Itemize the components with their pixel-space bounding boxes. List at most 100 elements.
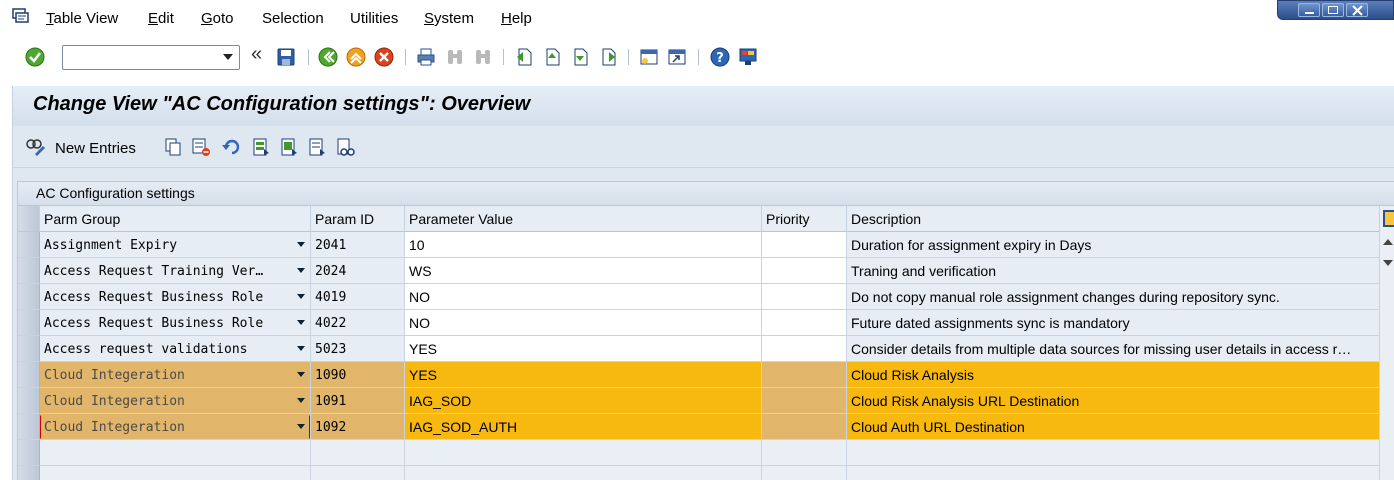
- priority-cell: [762, 440, 847, 466]
- glasses-icon[interactable]: [335, 137, 355, 157]
- menu-table-view[interactable]: Table View: [46, 10, 118, 27]
- parm-group-cell: Access Request Training Ver…: [40, 258, 311, 284]
- next-page-icon[interactable]: [570, 47, 590, 67]
- cancel-icon[interactable]: [374, 47, 394, 67]
- menu-bar: Table View Edit Goto Selection Utilities…: [0, 0, 1394, 38]
- param-id-cell: 2041: [311, 232, 405, 258]
- parameter-value-cell[interactable]: YES: [405, 336, 762, 362]
- scroll-down-icon[interactable]: [1383, 260, 1393, 266]
- column-header-param-id[interactable]: Param ID: [311, 206, 405, 232]
- create-session-icon[interactable]: [639, 47, 659, 67]
- row-selector[interactable]: [18, 388, 40, 414]
- collapse-command-icon[interactable]: «: [251, 43, 262, 66]
- command-dropdown-icon[interactable]: [223, 54, 233, 60]
- previous-page-icon[interactable]: [542, 47, 562, 67]
- row-selector[interactable]: [18, 362, 40, 388]
- param-id-cell: 1090: [311, 362, 405, 388]
- priority-cell[interactable]: [762, 310, 847, 336]
- row-selector[interactable]: [18, 414, 40, 440]
- command-field[interactable]: [62, 45, 240, 70]
- column-header-parm-group[interactable]: Parm Group: [40, 206, 311, 232]
- new-entries-button[interactable]: New Entries: [25, 138, 136, 158]
- minimize-icon[interactable]: [1298, 3, 1320, 17]
- deselect-all-icon[interactable]: [307, 137, 327, 157]
- shortcut-icon[interactable]: [667, 47, 687, 67]
- priority-cell[interactable]: [762, 284, 847, 310]
- menu-selection[interactable]: Selection: [262, 10, 324, 27]
- priority-cell[interactable]: [762, 258, 847, 284]
- help-icon[interactable]: ?: [710, 47, 730, 67]
- menu-utilities[interactable]: Utilities: [350, 10, 398, 27]
- delete-icon[interactable]: [191, 137, 211, 157]
- copy-icon[interactable]: [163, 137, 183, 157]
- parm-group-dropdown-icon[interactable]: [297, 268, 305, 273]
- last-page-icon[interactable]: [598, 47, 618, 67]
- parm-group-dropdown-icon[interactable]: [297, 242, 305, 247]
- find-next-icon[interactable]: [473, 47, 493, 67]
- table-row: Assignment Expiry 2041 10 Duration for assi…: [18, 232, 1380, 258]
- parameter-value-cell[interactable]: NO: [405, 310, 762, 336]
- parameter-value-cell[interactable]: IAG_SOD: [405, 388, 762, 414]
- row-selector[interactable]: [18, 466, 40, 480]
- param-id-cell: 5023: [311, 336, 405, 362]
- select-all-icon[interactable]: [251, 137, 271, 157]
- undo-icon[interactable]: [221, 137, 241, 157]
- column-header-priority[interactable]: Priority: [762, 206, 847, 232]
- print-icon[interactable]: [416, 47, 436, 67]
- application-toolbar: New Entries: [13, 126, 1394, 168]
- row-selector[interactable]: [18, 310, 40, 336]
- row-selector[interactable]: [18, 284, 40, 310]
- select-all-rows-button[interactable]: [18, 206, 40, 232]
- table-row: [18, 440, 1380, 466]
- parameter-value-cell[interactable]: IAG_SOD_AUTH: [405, 414, 762, 440]
- column-header-description[interactable]: Description: [847, 206, 1380, 232]
- restore-icon[interactable]: [1322, 3, 1344, 17]
- menu-help[interactable]: Help: [501, 10, 532, 27]
- parm-group-dropdown-icon[interactable]: [297, 398, 305, 403]
- description-cell: Cloud Auth URL Destination: [847, 414, 1380, 440]
- priority-cell[interactable]: [762, 414, 847, 440]
- save-icon[interactable]: [276, 47, 296, 67]
- title-bar: Change View "AC Configuration settings":…: [13, 86, 1394, 126]
- layout-icon[interactable]: [738, 47, 758, 67]
- menu-system[interactable]: System: [424, 10, 474, 27]
- description-cell: [847, 466, 1380, 480]
- scroll-up-icon[interactable]: [1383, 239, 1393, 245]
- enter-icon[interactable]: [25, 47, 45, 67]
- row-selector[interactable]: [18, 336, 40, 362]
- menu-goto[interactable]: Goto: [201, 10, 234, 27]
- row-selector[interactable]: [18, 440, 40, 466]
- param-id-cell: [311, 440, 405, 466]
- parm-group-cell: Cloud Integeration: [40, 362, 311, 388]
- priority-cell[interactable]: [762, 336, 847, 362]
- parameter-value-cell[interactable]: NO: [405, 284, 762, 310]
- back-icon[interactable]: [318, 47, 338, 67]
- row-selector[interactable]: [18, 258, 40, 284]
- table-row: Cloud Integeration 1090 YES Cloud Risk Anal…: [18, 362, 1380, 388]
- table-settings-icon[interactable]: [1383, 210, 1394, 227]
- priority-cell[interactable]: [762, 362, 847, 388]
- parameter-value-cell[interactable]: YES: [405, 362, 762, 388]
- toolbar-separator: [503, 49, 504, 65]
- system-menu-icon[interactable]: [12, 8, 30, 24]
- menu-edit[interactable]: Edit: [148, 10, 174, 27]
- param-id-cell: 4022: [311, 310, 405, 336]
- parm-group-dropdown-icon[interactable]: [297, 346, 305, 351]
- close-icon[interactable]: [1346, 3, 1368, 17]
- parm-group-dropdown-icon[interactable]: [297, 294, 305, 299]
- select-block-icon[interactable]: [279, 137, 299, 157]
- parameter-value-cell[interactable]: 10: [405, 232, 762, 258]
- parm-group-cell: Access request validations: [40, 336, 311, 362]
- content-frame: Change View "AC Configuration settings":…: [12, 86, 1394, 480]
- find-icon[interactable]: [445, 47, 465, 67]
- parm-group-dropdown-icon[interactable]: [297, 320, 305, 325]
- column-header-parameter-value[interactable]: Parameter Value: [405, 206, 762, 232]
- row-selector[interactable]: [18, 232, 40, 258]
- priority-cell[interactable]: [762, 232, 847, 258]
- first-page-icon[interactable]: [514, 47, 534, 67]
- exit-icon[interactable]: [346, 47, 366, 67]
- vertical-scrollbar[interactable]: [1380, 232, 1394, 480]
- parameter-value-cell[interactable]: WS: [405, 258, 762, 284]
- parm-group-dropdown-icon[interactable]: [297, 372, 305, 377]
- priority-cell[interactable]: [762, 388, 847, 414]
